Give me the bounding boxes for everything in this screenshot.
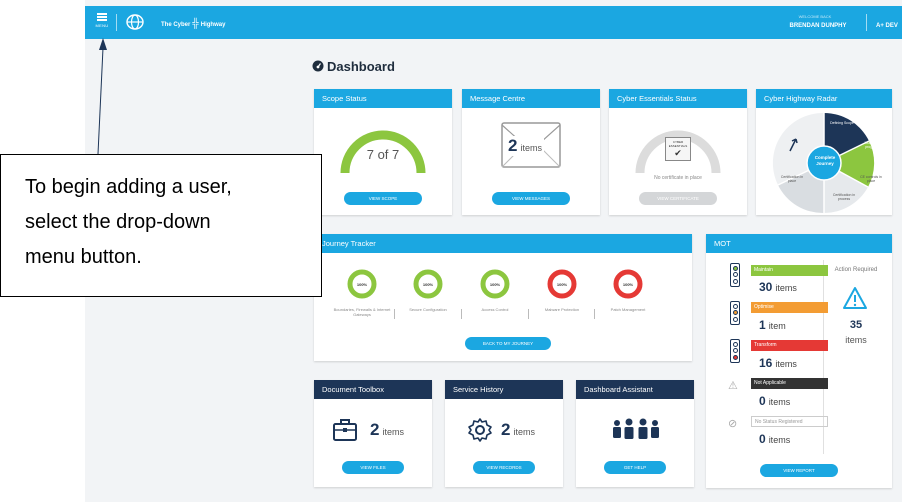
callout-line-2: select the drop-down [25, 211, 211, 233]
callout-line-3: menu button. [25, 246, 142, 268]
instruction-callout: To begin adding a user, select the drop-… [0, 154, 322, 297]
callout-line-1: To begin adding a user, [25, 176, 232, 198]
